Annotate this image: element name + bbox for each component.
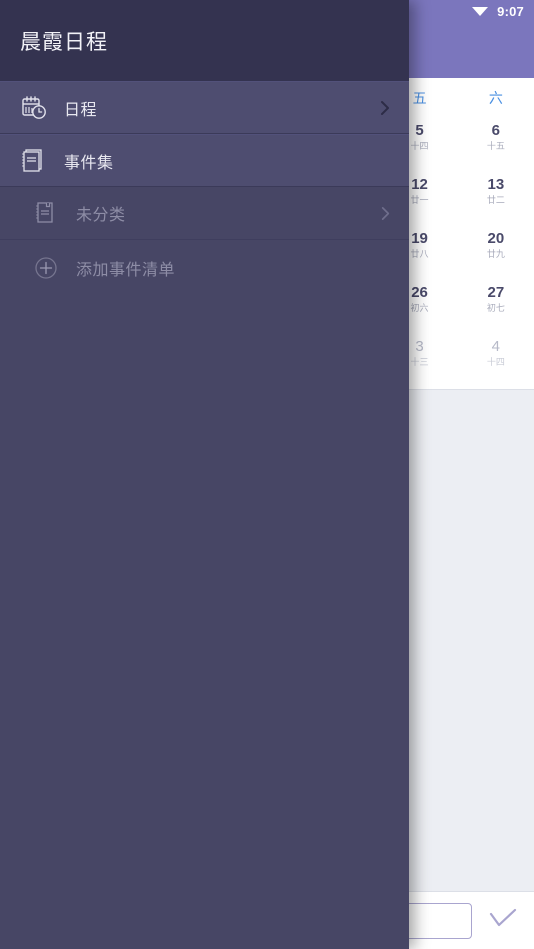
drawer-empty-space <box>0 297 409 949</box>
notebook-icon <box>30 201 62 225</box>
notebook-stack-icon <box>18 148 50 174</box>
chevron-right-icon <box>377 100 393 116</box>
drawer-item-label: 日程 <box>64 101 98 119</box>
plus-circle-icon <box>30 256 62 280</box>
drawer-item-schedule[interactable]: 日程 <box>0 81 409 134</box>
drawer-item-label: 事件集 <box>64 154 114 172</box>
drawer-item-add-list[interactable]: 添加事件清单 <box>0 240 409 296</box>
navigation-drawer: 晨霞日程 日程 事件集 未分类 添加事件清单 <box>0 0 409 949</box>
drawer-item-uncategorized[interactable]: 未分类 <box>0 187 409 240</box>
chevron-right-icon <box>378 206 393 221</box>
drawer-item-event-collection[interactable]: 事件集 <box>0 134 409 187</box>
drawer-item-label: 添加事件清单 <box>76 262 176 279</box>
drawer-item-label: 未分类 <box>76 207 126 224</box>
calendar-clock-icon <box>18 95 50 121</box>
drawer-header: 晨霞日程 <box>0 0 409 81</box>
app-screen: 9:07 日一二三四五六 31初九1初十2十一3十二4十三5十四6十五7十六8十… <box>0 0 534 949</box>
app-title: 晨霞日程 <box>20 30 108 54</box>
